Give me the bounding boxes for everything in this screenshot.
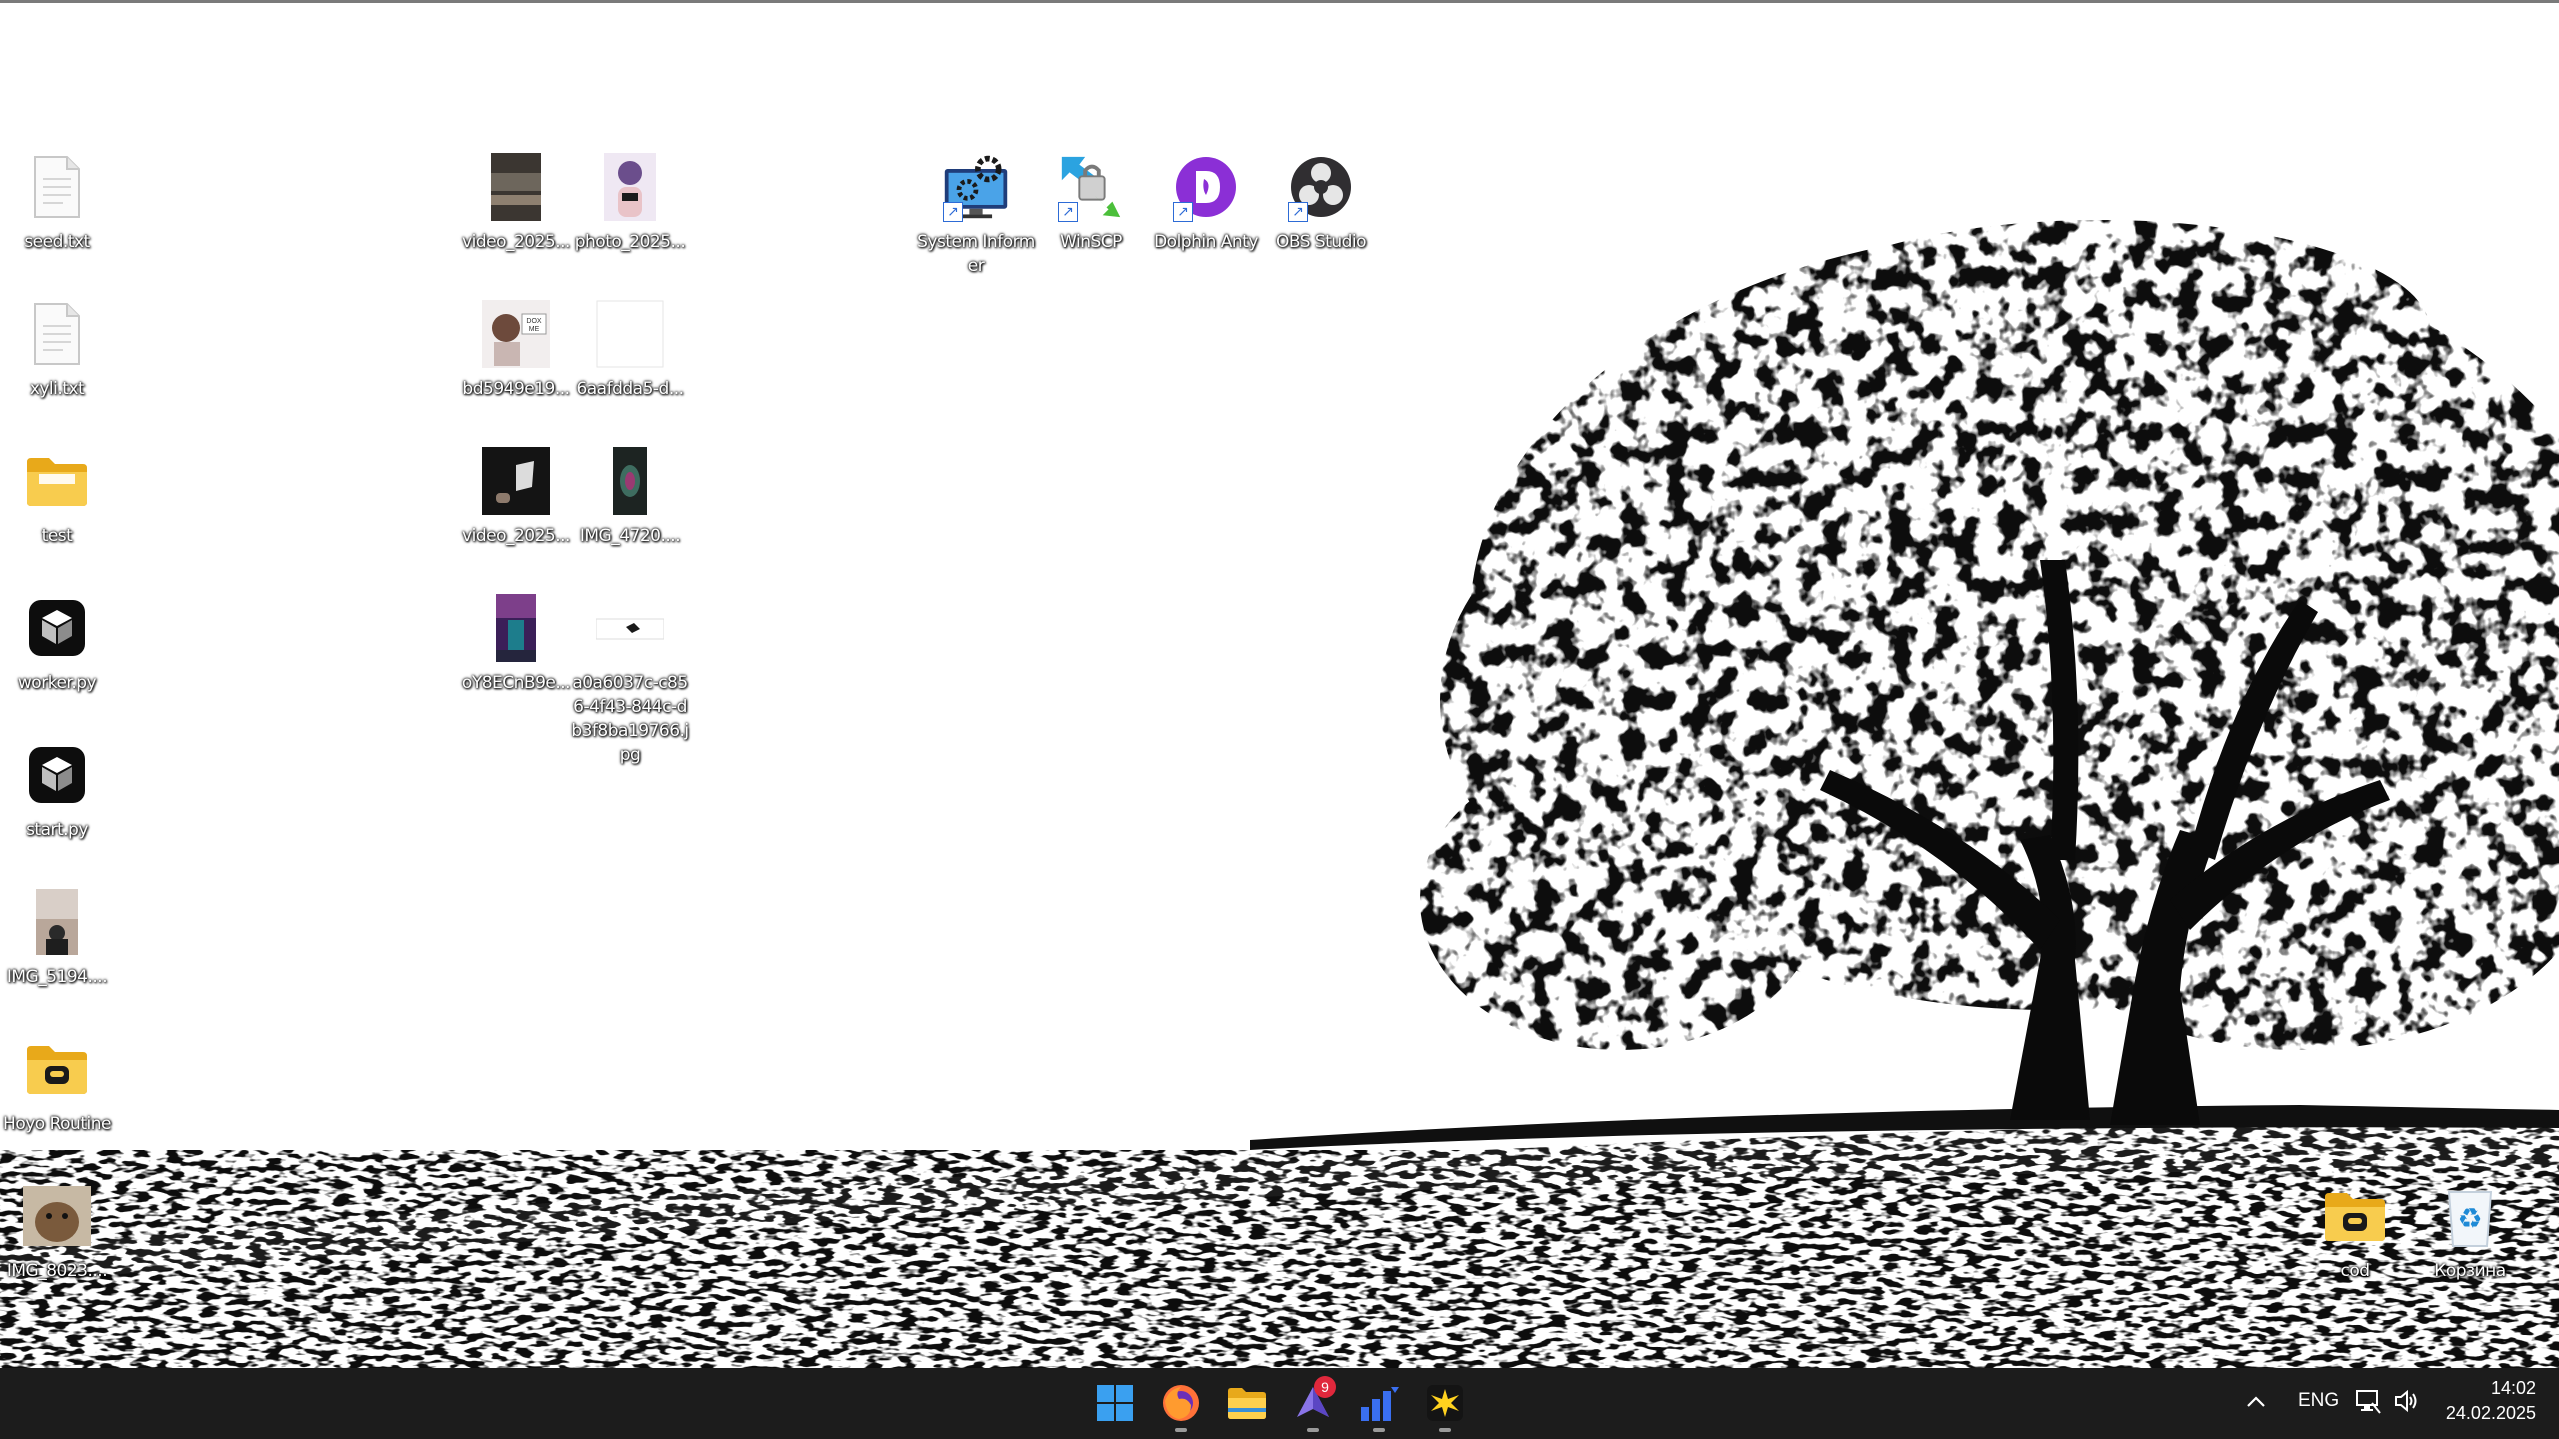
running-indicator bbox=[1175, 1428, 1187, 1432]
python-cube-icon bbox=[22, 740, 92, 810]
desktop-icon-cod-folder[interactable]: cod bbox=[2296, 1181, 2414, 1283]
desktop-icon-obs-studio[interactable]: ↗ OBS Studio bbox=[1262, 152, 1380, 254]
desktop-icon-oy8ecnb9e[interactable]: oY8ECnB9e... bbox=[457, 593, 575, 695]
desktop-icon-label: video_2025... bbox=[462, 232, 570, 252]
taskbar-burst-app[interactable] bbox=[1420, 1378, 1470, 1432]
text-file-icon bbox=[22, 299, 92, 369]
svg-text:ME: ME bbox=[529, 326, 540, 333]
folder-icon bbox=[22, 446, 92, 516]
windows-start-icon bbox=[1097, 1385, 1133, 1421]
desktop-icon-photo-2025[interactable]: photo_2025... bbox=[571, 152, 689, 254]
desktop-icon-label: 6aafdda5-d... bbox=[576, 379, 684, 399]
taskbar-start-button[interactable] bbox=[1090, 1378, 1140, 1428]
image-thumbnail-icon bbox=[22, 887, 92, 957]
winscp-icon: ↗ bbox=[1056, 152, 1126, 222]
desktop-icon-start-py[interactable]: start.py bbox=[0, 740, 116, 842]
desktop-icon-label: seed.txt bbox=[24, 232, 90, 252]
image-thumbnail-icon bbox=[595, 593, 665, 663]
image-thumbnail-icon bbox=[595, 446, 665, 516]
desktop-icon-label: cod bbox=[2340, 1261, 2370, 1281]
desktop-icon-label: photo_2025... bbox=[574, 232, 686, 252]
desktop-icon-winscp[interactable]: ↗ WinSCP bbox=[1032, 152, 1150, 254]
image-thumbnail-icon bbox=[481, 593, 551, 663]
bar-chart-icon bbox=[1361, 1387, 1399, 1421]
shortcut-arrow-icon: ↗ bbox=[1058, 202, 1078, 222]
text-file-icon bbox=[22, 152, 92, 222]
desktop-icon-dolphin-anty[interactable]: ↗ Dolphin Anty bbox=[1147, 152, 1265, 254]
desktop-icon-label: video_2025... bbox=[462, 526, 570, 546]
language-indicator[interactable]: ENG bbox=[2298, 1390, 2339, 1412]
desktop-icon-label: IMG_4720.... bbox=[579, 526, 681, 546]
video-thumbnail-icon bbox=[481, 152, 551, 222]
desktop-icon-system-informer[interactable]: ↗ System Informer bbox=[917, 152, 1035, 278]
chevron-up-icon bbox=[2247, 1396, 2265, 1407]
desktop-icon-label: test bbox=[41, 526, 73, 546]
desktop-icon-seed-txt[interactable]: seed.txt bbox=[0, 152, 116, 254]
desktop-icon-label: System Informer bbox=[917, 232, 1035, 276]
desktop-icon-xyli-txt[interactable]: xyli.txt bbox=[0, 299, 116, 401]
running-indicator bbox=[1373, 1428, 1385, 1432]
desktop-icon-label: OBS Studio bbox=[1275, 232, 1367, 252]
running-indicator bbox=[1307, 1428, 1319, 1432]
taskbar-firefox[interactable] bbox=[1156, 1378, 1206, 1432]
desktop-icon-label: start.py bbox=[26, 820, 88, 840]
tray-overflow-chevron[interactable] bbox=[2246, 1388, 2266, 1414]
obs-studio-icon: ↗ bbox=[1286, 152, 1356, 222]
taskbar-messenger[interactable]: 9 bbox=[1288, 1376, 1338, 1432]
folder-icon bbox=[22, 1034, 92, 1104]
python-cube-icon bbox=[22, 593, 92, 663]
taskbar-stats[interactable] bbox=[1354, 1378, 1404, 1432]
desktop-icon-img-4720[interactable]: IMG_4720.... bbox=[571, 446, 689, 548]
desktop-icon-video-2025-a[interactable]: video_2025... bbox=[457, 152, 575, 254]
shortcut-arrow-icon: ↗ bbox=[1173, 202, 1193, 222]
desktop-icon-recycle-bin[interactable]: ♻ Корзина bbox=[2411, 1181, 2529, 1283]
desktop-icon-label: oY8ECnB9e... bbox=[461, 673, 571, 693]
desktop-icon-label: bd5949e19... bbox=[462, 379, 570, 399]
clock[interactable]: 14:02 24.02.2025 bbox=[2440, 1376, 2536, 1426]
desktop-icon-label: Корзина bbox=[2434, 1261, 2506, 1281]
desktop-icon-label: a0a6037c-c856-4f43-844c-db3f8ba19766.jpg bbox=[571, 673, 689, 765]
desktop-icon-img-5194[interactable]: IMG_5194.... bbox=[0, 887, 116, 989]
desktop-icon-label: Hoyo Routine bbox=[3, 1114, 111, 1134]
desktop-icon-worker-py[interactable]: worker.py bbox=[0, 593, 116, 695]
system-informer-icon: ↗ bbox=[941, 152, 1011, 222]
recycle-bin-icon: ♻ bbox=[2435, 1181, 2505, 1251]
shortcut-arrow-icon: ↗ bbox=[1288, 202, 1308, 222]
notification-badge: 9 bbox=[1314, 1376, 1336, 1398]
svg-text:DOX: DOX bbox=[526, 318, 542, 325]
desktop-icon-a0a6037c-jpg[interactable]: a0a6037c-c856-4f43-844c-db3f8ba19766.jpg bbox=[571, 593, 689, 767]
desktop-icon-label: IMG_5194.... bbox=[6, 967, 108, 987]
image-thumbnail-icon bbox=[595, 152, 665, 222]
folder-icon bbox=[1228, 1388, 1266, 1419]
desktop-icon-video-2025-b[interactable]: video_2025... bbox=[457, 446, 575, 548]
taskbar-file-explorer[interactable] bbox=[1222, 1378, 1272, 1428]
desktop[interactable]: seed.txt xyli.txt test worker.py start.p… bbox=[0, 0, 2559, 1368]
dolphin-anty-icon: ↗ bbox=[1171, 152, 1241, 222]
desktop-icon-6aafdda5[interactable]: 6aafdda5-d... bbox=[571, 299, 689, 401]
shortcut-arrow-icon: ↗ bbox=[943, 202, 963, 222]
image-thumbnail-icon bbox=[22, 1181, 92, 1251]
clock-time: 14:02 bbox=[2490, 1378, 2536, 1398]
desktop-icon-label: WinSCP bbox=[1060, 232, 1122, 252]
desktop-icon-label: Dolphin Anty bbox=[1154, 232, 1258, 252]
desktop-icon-hoyo-routine[interactable]: Hoyo Routine bbox=[0, 1034, 116, 1136]
desktop-icon-img-8023[interactable]: IMG_8023.... bbox=[0, 1181, 116, 1283]
taskbar: 9 ENG 14:02 24.02.2025 bbox=[0, 1368, 2559, 1439]
clock-date: 24.02.2025 bbox=[2445, 1403, 2536, 1423]
network-icon[interactable] bbox=[2355, 1388, 2381, 1419]
desktop-icon-label: xyli.txt bbox=[29, 379, 85, 399]
desktop-icon-label: IMG_8023.... bbox=[6, 1261, 108, 1281]
desktop-icon-test-folder[interactable]: test bbox=[0, 446, 116, 548]
volume-icon[interactable] bbox=[2393, 1388, 2419, 1419]
folder-icon bbox=[2320, 1181, 2390, 1251]
firefox-icon bbox=[1163, 1385, 1199, 1421]
starburst-icon bbox=[1427, 1385, 1463, 1421]
image-thumbnail-icon: DOX ME bbox=[481, 299, 551, 369]
video-thumbnail-icon bbox=[481, 446, 551, 516]
blank-file-icon bbox=[595, 299, 665, 369]
desktop-icon-bd5949e19[interactable]: DOX ME bd5949e19... bbox=[457, 299, 575, 401]
svg-text:♻: ♻ bbox=[2457, 1202, 2482, 1235]
running-indicator bbox=[1439, 1428, 1451, 1432]
desktop-icon-label: worker.py bbox=[17, 673, 97, 693]
